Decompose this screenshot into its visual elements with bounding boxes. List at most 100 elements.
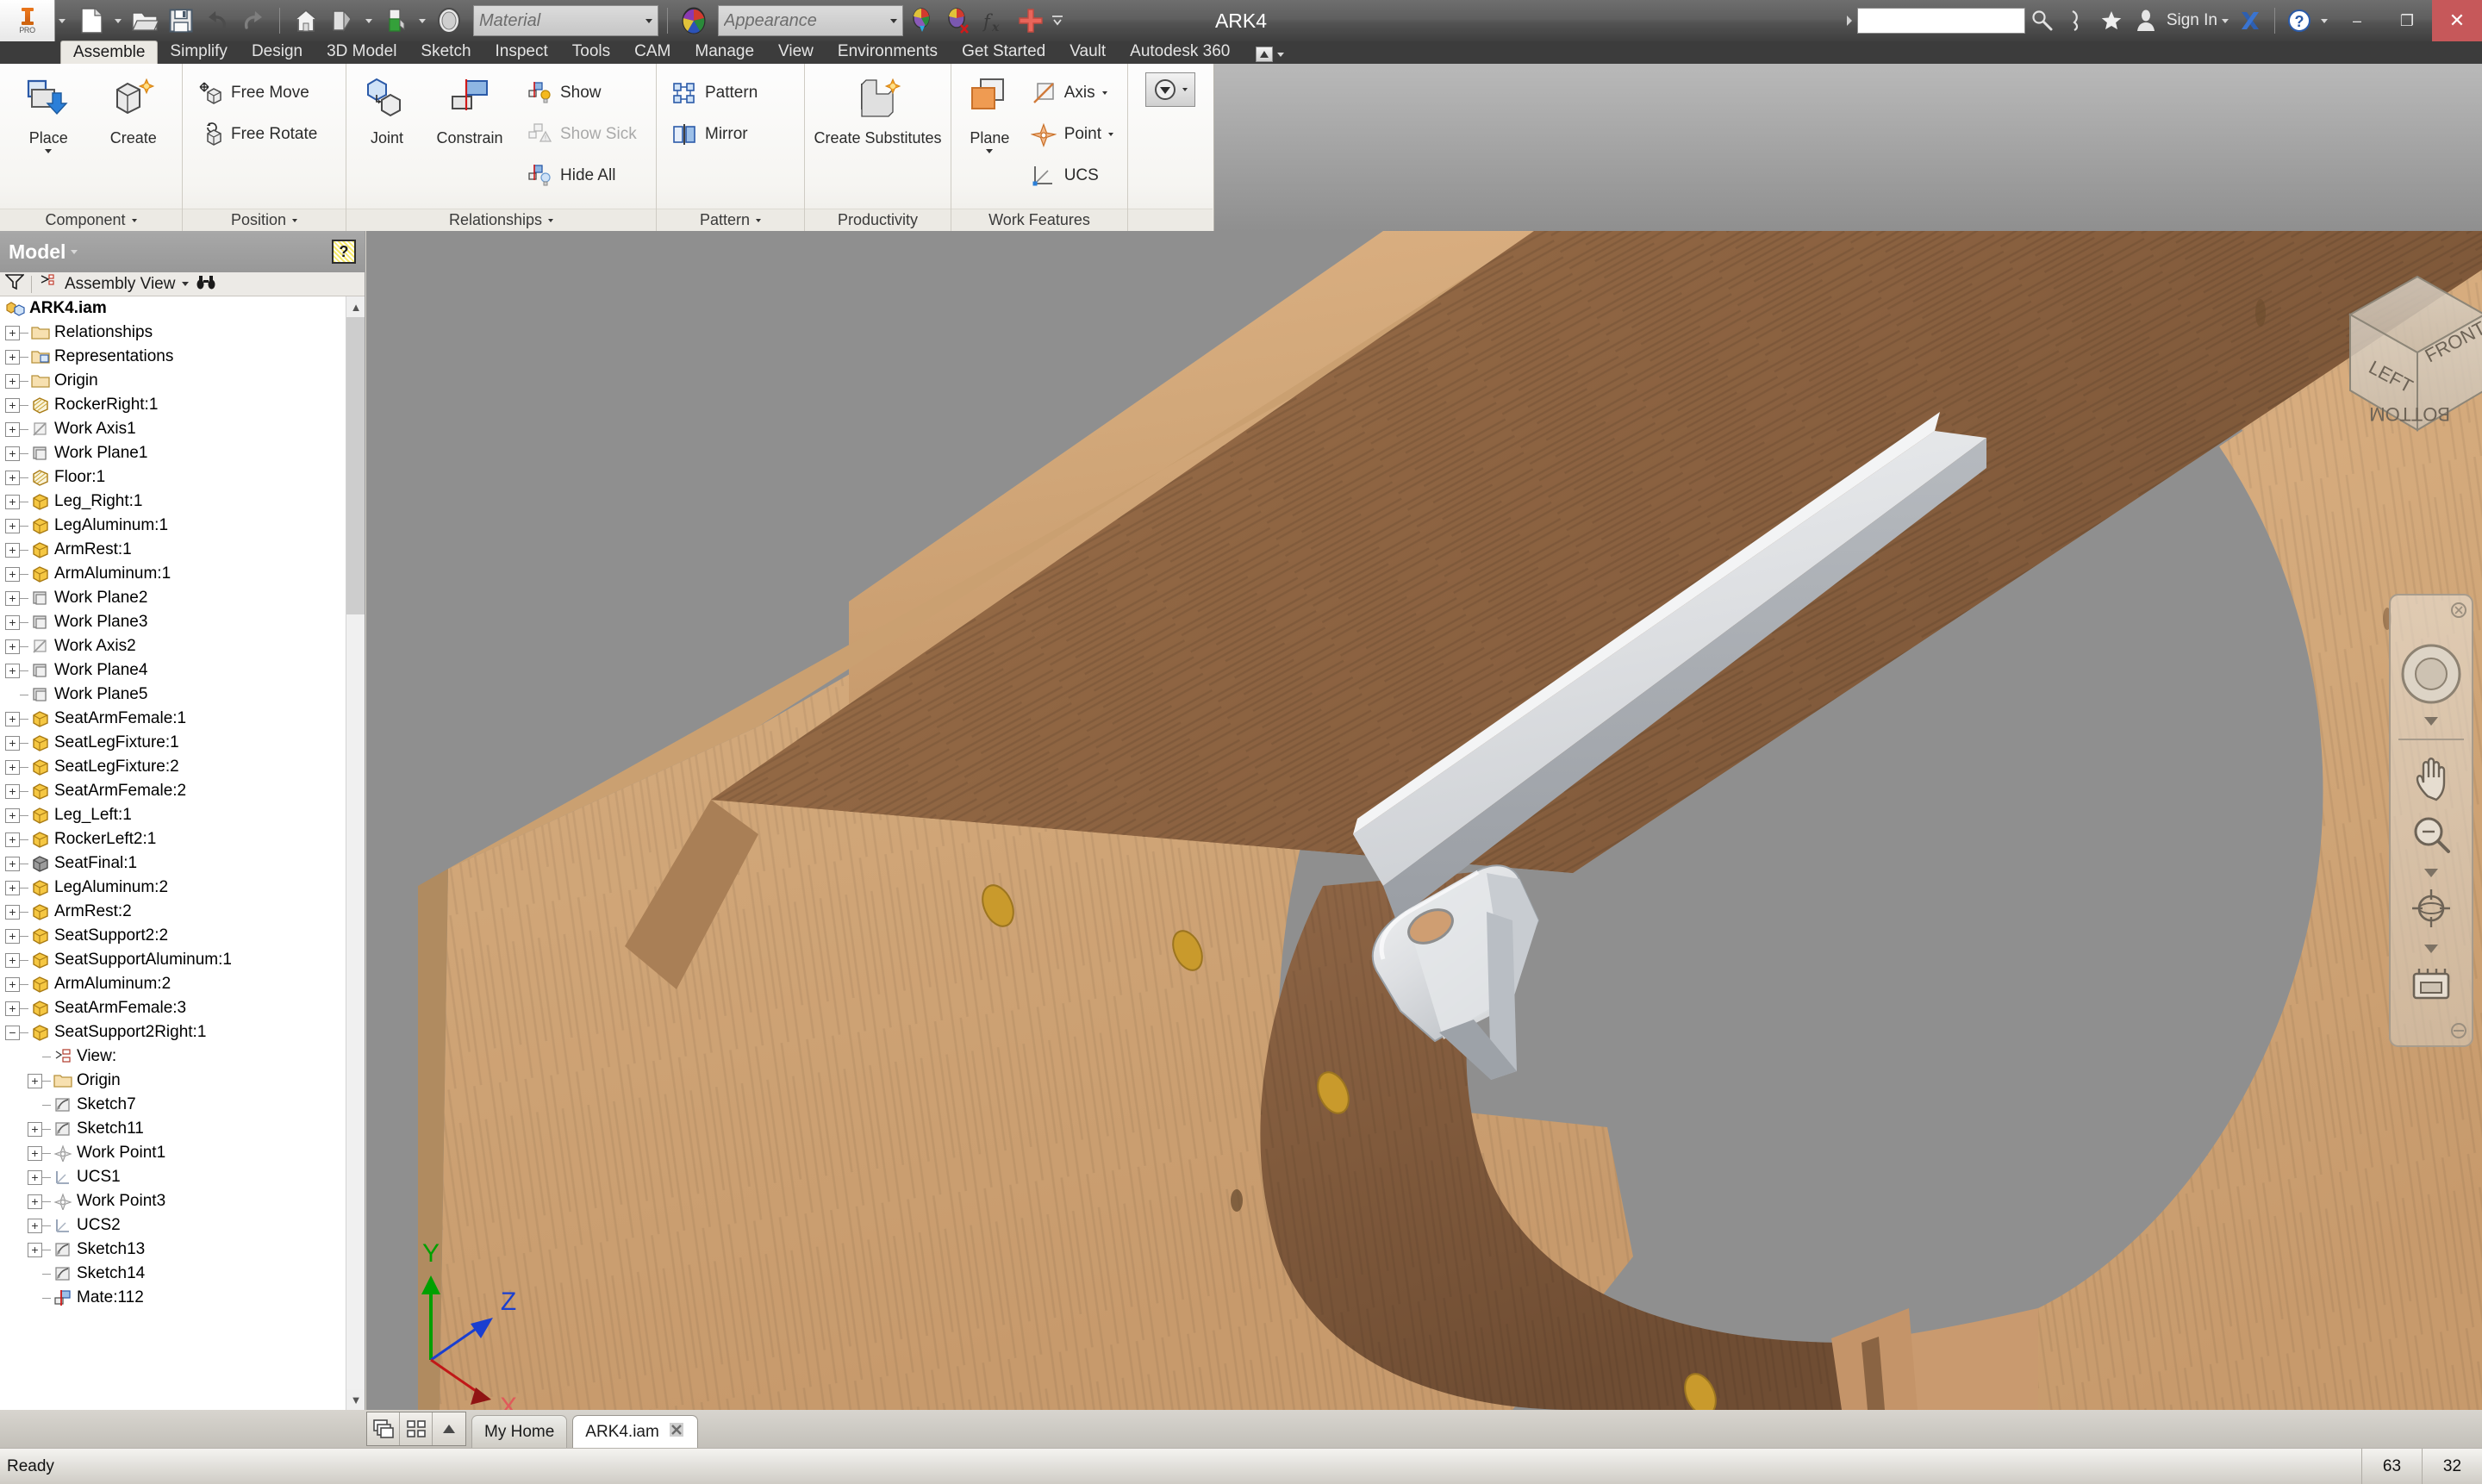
axis-dropdown-icon[interactable] [1101,91,1107,95]
tree-node[interactable]: + Work Point3 [0,1189,346,1213]
place-component-button[interactable]: Place [7,69,90,153]
assembly-view-label[interactable]: Assembly View [65,275,175,294]
help-icon[interactable]: ? [332,240,356,264]
pattern-button[interactable]: Pattern [664,72,764,114]
filter-icon[interactable] [4,273,25,295]
open-file-icon[interactable] [128,3,162,38]
ribbon-tab-3d-model[interactable]: 3D Model [315,41,408,64]
expand-icon[interactable]: + [5,759,20,775]
plane-dropdown-icon[interactable] [986,149,994,153]
expand-icon[interactable]: + [28,1073,42,1088]
ribbon-tab-environments[interactable]: Environments [826,41,950,64]
bom-dropdown-button[interactable] [1145,72,1195,107]
tree-node[interactable]: + Work Plane3 [0,610,346,634]
expand-icon[interactable]: + [5,880,20,895]
expand-icon[interactable]: + [5,976,20,992]
expand-icon[interactable]: + [5,518,20,533]
cascade-windows-icon[interactable] [367,1412,400,1445]
panel-title-productivity[interactable]: Productivity [805,209,951,231]
adjust-appearance-icon[interactable] [905,3,939,38]
appearance-combo[interactable]: Appearance [718,5,903,36]
new-file-dropdown[interactable] [110,3,126,38]
scrollbar-thumb[interactable] [346,317,365,614]
tree-node[interactable]: + Work Axis2 [0,634,346,658]
search-input[interactable] [1856,8,2025,34]
tree-node[interactable]: + SeatLegFixture:1 [0,731,346,755]
tree-node[interactable]: Sketch14 [0,1262,346,1286]
constrain-button[interactable]: Constrain [422,69,517,147]
scroll-tabs-up-icon[interactable] [433,1412,465,1445]
tree-node[interactable]: + Relationships [0,321,346,345]
clear-appearance-icon[interactable] [941,3,976,38]
ribbon-tab-cam[interactable]: CAM [622,41,683,64]
model-tree-scrollbar[interactable]: ▲ ▼ [346,296,365,1410]
tree-node[interactable]: + LegAluminum:1 [0,514,346,538]
plane-button[interactable]: Plane [958,69,1021,153]
point-dropdown-icon[interactable] [1108,133,1113,136]
application-menu-dropdown[interactable] [55,0,69,41]
minimize-button[interactable]: – [2332,0,2382,41]
place-component-dropdown-icon[interactable] [45,149,53,153]
tree-node[interactable]: ARK4.iam [0,296,346,321]
expand-icon[interactable]: + [5,421,20,437]
document-tab-ark4[interactable]: ARK4.iam [572,1415,698,1448]
expand-icon[interactable]: + [5,470,20,485]
tree-node[interactable]: + ArmRest:1 [0,538,346,562]
expand-icon[interactable]: + [5,349,20,365]
appearance-browser-icon[interactable] [432,3,466,38]
qat-overflow-dropdown[interactable] [1050,3,1065,38]
panel-title-pattern[interactable]: Pattern [657,209,804,231]
expand-icon[interactable]: + [5,590,20,606]
expand-icon[interactable]: + [28,1242,42,1257]
model-browser-dropdown-icon[interactable] [71,249,78,254]
ribbon-tab-assemble[interactable]: Assemble [60,41,159,64]
show-relationships-button[interactable]: Show [519,72,644,114]
tree-node[interactable]: + SeatArmFemale:3 [0,996,346,1020]
show-sick-button[interactable]: ! Show Sick [519,114,644,155]
sign-in-dropdown[interactable] [2217,3,2233,38]
titlebar-expand-arrow[interactable] [1842,3,1857,38]
material-dropdown[interactable] [415,3,430,38]
tree-node[interactable]: + SeatArmFemale:1 [0,707,346,731]
graphics-viewport[interactable]: Y Z X LEFT FRONT BOTTOM [366,231,2482,1410]
expand-icon[interactable]: + [5,614,20,630]
expand-icon[interactable]: + [5,325,20,340]
model-tree-body[interactable]: ARK4.iam + Relationships + Representations + O… [0,296,346,1410]
free-move-button[interactable]: Free Move [190,72,324,114]
appearance-override-dropdown[interactable] [361,3,377,38]
material-swatch-icon[interactable] [378,3,413,38]
tree-node[interactable]: + Leg_Right:1 [0,489,346,514]
mirror-button[interactable]: Mirror [664,114,764,155]
appearance-override-icon[interactable] [325,3,359,38]
free-rotate-button[interactable]: Free Rotate [190,114,324,155]
model-tree[interactable]: ARK4.iam + Relationships + Representations + O… [0,296,365,1410]
sign-in-avatar-icon[interactable] [2129,3,2163,38]
hide-all-button[interactable]: Hide All [519,155,644,196]
tile-windows-icon[interactable] [400,1412,433,1445]
tree-node[interactable]: + SeatSupportAluminum:1 [0,948,346,972]
help-icon[interactable]: ? [2282,3,2317,38]
expand-icon[interactable]: + [5,446,20,461]
tree-node[interactable]: Work Plane5 [0,683,346,707]
close-button[interactable]: ✕ [2432,0,2482,41]
expand-icon[interactable]: + [5,904,20,920]
expand-icon[interactable]: + [5,542,20,558]
panel-title-relationships[interactable]: Relationships [346,209,656,231]
tree-node[interactable]: + RockerRight:1 [0,393,346,417]
tree-node[interactable]: + Work Plane4 [0,658,346,683]
appearance-swatch-icon[interactable] [677,3,711,38]
tree-node[interactable]: + Work Point1 [0,1141,346,1165]
tree-node[interactable]: View: [0,1044,346,1069]
expand-icon[interactable]: + [28,1194,42,1209]
ribbon-display-options-icon[interactable] [1256,47,1274,62]
panel-title-component[interactable]: Component [0,209,182,231]
tree-node[interactable]: + ArmAluminum:2 [0,972,346,996]
assembly-view-dropdown-icon[interactable] [182,282,190,286]
scroll-up-arrow[interactable]: ▲ [346,296,365,317]
tree-node[interactable]: + ArmRest:2 [0,900,346,924]
expand-icon[interactable]: + [5,397,20,413]
search-icon[interactable] [2025,3,2060,38]
expand-icon[interactable]: + [5,856,20,871]
tree-node[interactable]: + Work Axis1 [0,417,346,441]
home-icon[interactable] [289,3,323,38]
